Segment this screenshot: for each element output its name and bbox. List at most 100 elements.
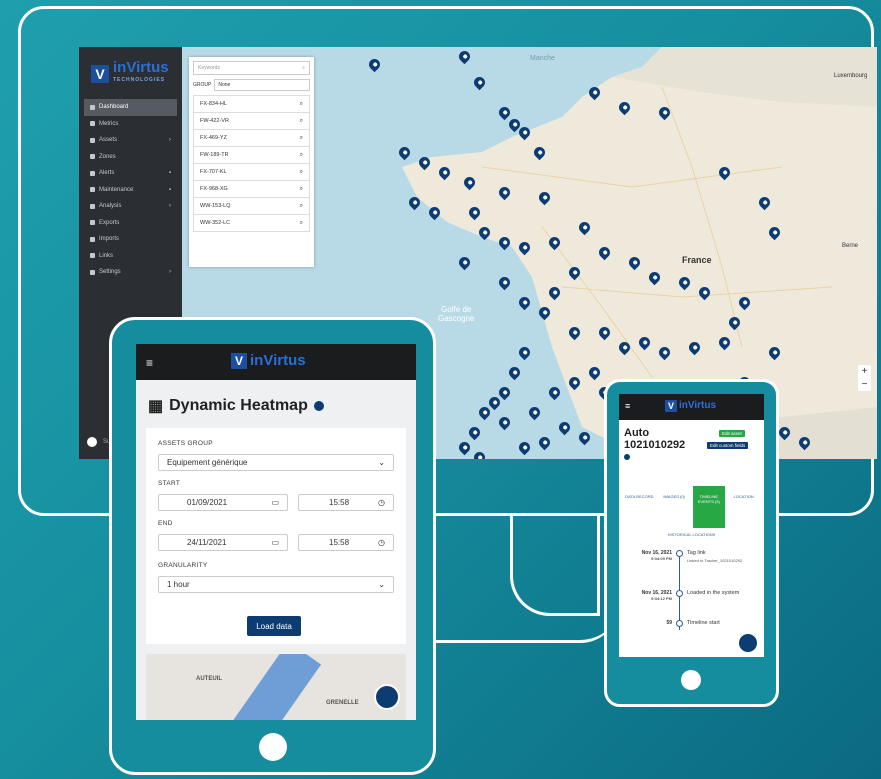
asset-tab[interactable]: LOCATION <box>727 486 760 528</box>
asset-tab[interactable]: IMAGES (0) <box>658 486 691 528</box>
sidebar-item-label: Zones <box>99 153 116 160</box>
info-icon[interactable] <box>313 401 324 411</box>
timeline-date: Nov 16, 2021 9:34:05 PM <box>642 550 672 562</box>
brand-logo[interactable]: V inVirtus TECHNOLOGIES <box>91 60 169 86</box>
river-shape <box>230 654 322 720</box>
chat-fab[interactable] <box>374 684 400 710</box>
heatmap-map[interactable]: AUTEUIL GRENELLE <box>146 654 406 720</box>
start-date-input[interactable]: 01/09/2021 ▭ <box>158 494 288 511</box>
asset-list-item[interactable]: FX-469-YZ ⌕ <box>193 130 310 147</box>
end-date-input[interactable]: 24/11/2021 ▭ <box>158 534 288 551</box>
timeline-dot <box>676 550 683 557</box>
search-icon[interactable]: ⌕ <box>300 203 303 210</box>
phone-frame: ≡ V inVirtus Auto 1021010292 Edit asset … <box>604 379 779 707</box>
assets-group-select[interactable]: Equipement générique ⌄ <box>158 454 394 471</box>
nav-icon <box>90 203 95 209</box>
sidebar-item[interactable]: Alerts ▪ <box>84 165 177 182</box>
end-time-input[interactable]: 15:58 ◷ <box>298 534 394 551</box>
asset-list-item[interactable]: WW-352-LC ⌕ <box>193 215 310 232</box>
asset-search-input[interactable]: Keywords ⌕ <box>193 61 310 75</box>
calendar-icon[interactable]: ▭ <box>271 538 279 547</box>
hamburger-icon[interactable]: ≡ <box>146 356 153 370</box>
asset-tab[interactable]: TIMELINE EVENTS (3) <box>692 486 726 528</box>
search-icon[interactable]: ⌕ <box>300 152 303 159</box>
sidebar-item[interactable]: Links <box>84 248 177 265</box>
logo-v-icon: V <box>231 353 247 369</box>
nav-icon <box>90 236 95 242</box>
timeline-time: 9:34:05 PM <box>651 556 672 561</box>
nav-icon <box>90 170 95 176</box>
group-label: GROUP <box>193 82 212 88</box>
timeline-date-text: 59 <box>666 620 672 626</box>
group-select[interactable]: None <box>214 79 310 91</box>
asset-list-item[interactable]: FX-834-HL ⌕ <box>193 95 310 113</box>
sidebar-item[interactable]: Imports <box>84 231 177 248</box>
cable-line <box>420 560 620 643</box>
sidebar-item[interactable]: Maintenance ▪ <box>84 182 177 199</box>
info-icon[interactable] <box>624 454 630 460</box>
hamburger-icon[interactable]: ≡ <box>625 401 630 411</box>
asset-id: FW-422-VR <box>200 118 229 124</box>
sidebar-item[interactable]: Analysis › <box>84 198 177 215</box>
sidebar-item-label: Alerts <box>99 170 115 177</box>
asset-list-item[interactable]: FX-707-KL ⌕ <box>193 164 310 181</box>
asset-id: WW-352-LC <box>200 220 231 226</box>
search-icon[interactable]: ⌕ <box>300 101 303 108</box>
map-city-label: Berne <box>842 243 859 249</box>
heatmap-icon: ▦ <box>148 398 164 415</box>
end-date-value: 24/11/2021 <box>187 538 227 547</box>
nav-arrow-icon: ▪ <box>168 170 171 177</box>
asset-tab[interactable]: DATA RECORD <box>623 486 656 528</box>
start-label: START <box>158 480 181 487</box>
phone-header: ≡ V inVirtus <box>619 394 764 420</box>
nav-arrow-icon: › <box>169 203 171 210</box>
nav-arrow-icon: › <box>169 137 171 144</box>
sidebar-item[interactable]: Dashboard <box>84 99 177 116</box>
asset-list-item[interactable]: FW-422-VR ⌕ <box>193 113 310 130</box>
sidebar-item[interactable]: Exports <box>84 215 177 232</box>
edit-asset-button[interactable]: Edit asset <box>719 430 745 437</box>
asset-list: FX-834-HL ⌕ FW-422-VR ⌕ FX-469-YZ ⌕ FW-189-TR ⌕… <box>189 95 314 232</box>
zoom-out-button[interactable]: − <box>858 378 871 391</box>
sidebar-item[interactable]: Assets › <box>84 132 177 149</box>
sidebar-item[interactable]: Zones <box>84 149 177 166</box>
search-icon[interactable]: ⌕ <box>300 135 303 142</box>
clock-icon[interactable]: ◷ <box>378 538 385 547</box>
map-district-label: AUTEUIL <box>196 676 222 682</box>
asset-list-item[interactable]: WW-153-LQ ⌕ <box>193 198 310 215</box>
search-icon[interactable]: ⌕ <box>300 220 303 227</box>
tablet-logo[interactable]: V inVirtus <box>231 353 306 369</box>
search-icon[interactable]: ⌕ <box>300 118 303 125</box>
historical-locations-link[interactable]: HISTORICAL LOCATIONS <box>619 532 764 537</box>
asset-tab-label: IMAGES (0) <box>663 494 685 499</box>
phone-logo[interactable]: V inVirtus <box>665 400 716 412</box>
search-icon[interactable]: ⌕ <box>302 65 305 71</box>
calendar-icon[interactable]: ▭ <box>271 498 279 507</box>
granularity-select[interactable]: 1 hour ⌄ <box>158 576 394 593</box>
sidebar-item-label: Analysis <box>99 203 122 210</box>
asset-list-item[interactable]: FW-189-TR ⌕ <box>193 147 310 164</box>
timeline-time: 9:34:12 PM <box>651 596 672 601</box>
zoom-in-button[interactable]: + <box>858 365 871 378</box>
page-title: ▦ Dynamic Heatmap <box>148 396 324 416</box>
asset-list-item[interactable]: FX-968-XG ⌕ <box>193 181 310 198</box>
asset-id: FX-707-KL <box>200 169 227 175</box>
sidebar-item[interactable]: Settings › <box>84 264 177 281</box>
load-data-button[interactable]: Load data <box>247 616 301 636</box>
start-time-input[interactable]: 15:58 ◷ <box>298 494 394 511</box>
nav-icon <box>90 104 95 110</box>
timeline-dot <box>676 590 683 597</box>
asset-group-select[interactable]: GROUP None <box>193 79 310 91</box>
zoom-control[interactable]: + − <box>858 365 871 391</box>
tablet-home-button <box>259 733 287 761</box>
chevron-down-icon: ⌄ <box>378 458 385 467</box>
sidebar-item[interactable]: Metrics <box>84 116 177 133</box>
chat-fab[interactable] <box>737 632 759 654</box>
map-district-label: GRENELLE <box>326 700 359 706</box>
search-icon[interactable]: ⌕ <box>300 169 303 176</box>
search-icon[interactable]: ⌕ <box>300 186 303 193</box>
clock-icon[interactable]: ◷ <box>378 498 385 507</box>
edit-custom-fields-button[interactable]: Edit custom fields <box>707 442 749 449</box>
tablet-header: ≡ V inVirtus <box>136 344 416 380</box>
map-sea-label-north: Manche <box>530 55 555 62</box>
